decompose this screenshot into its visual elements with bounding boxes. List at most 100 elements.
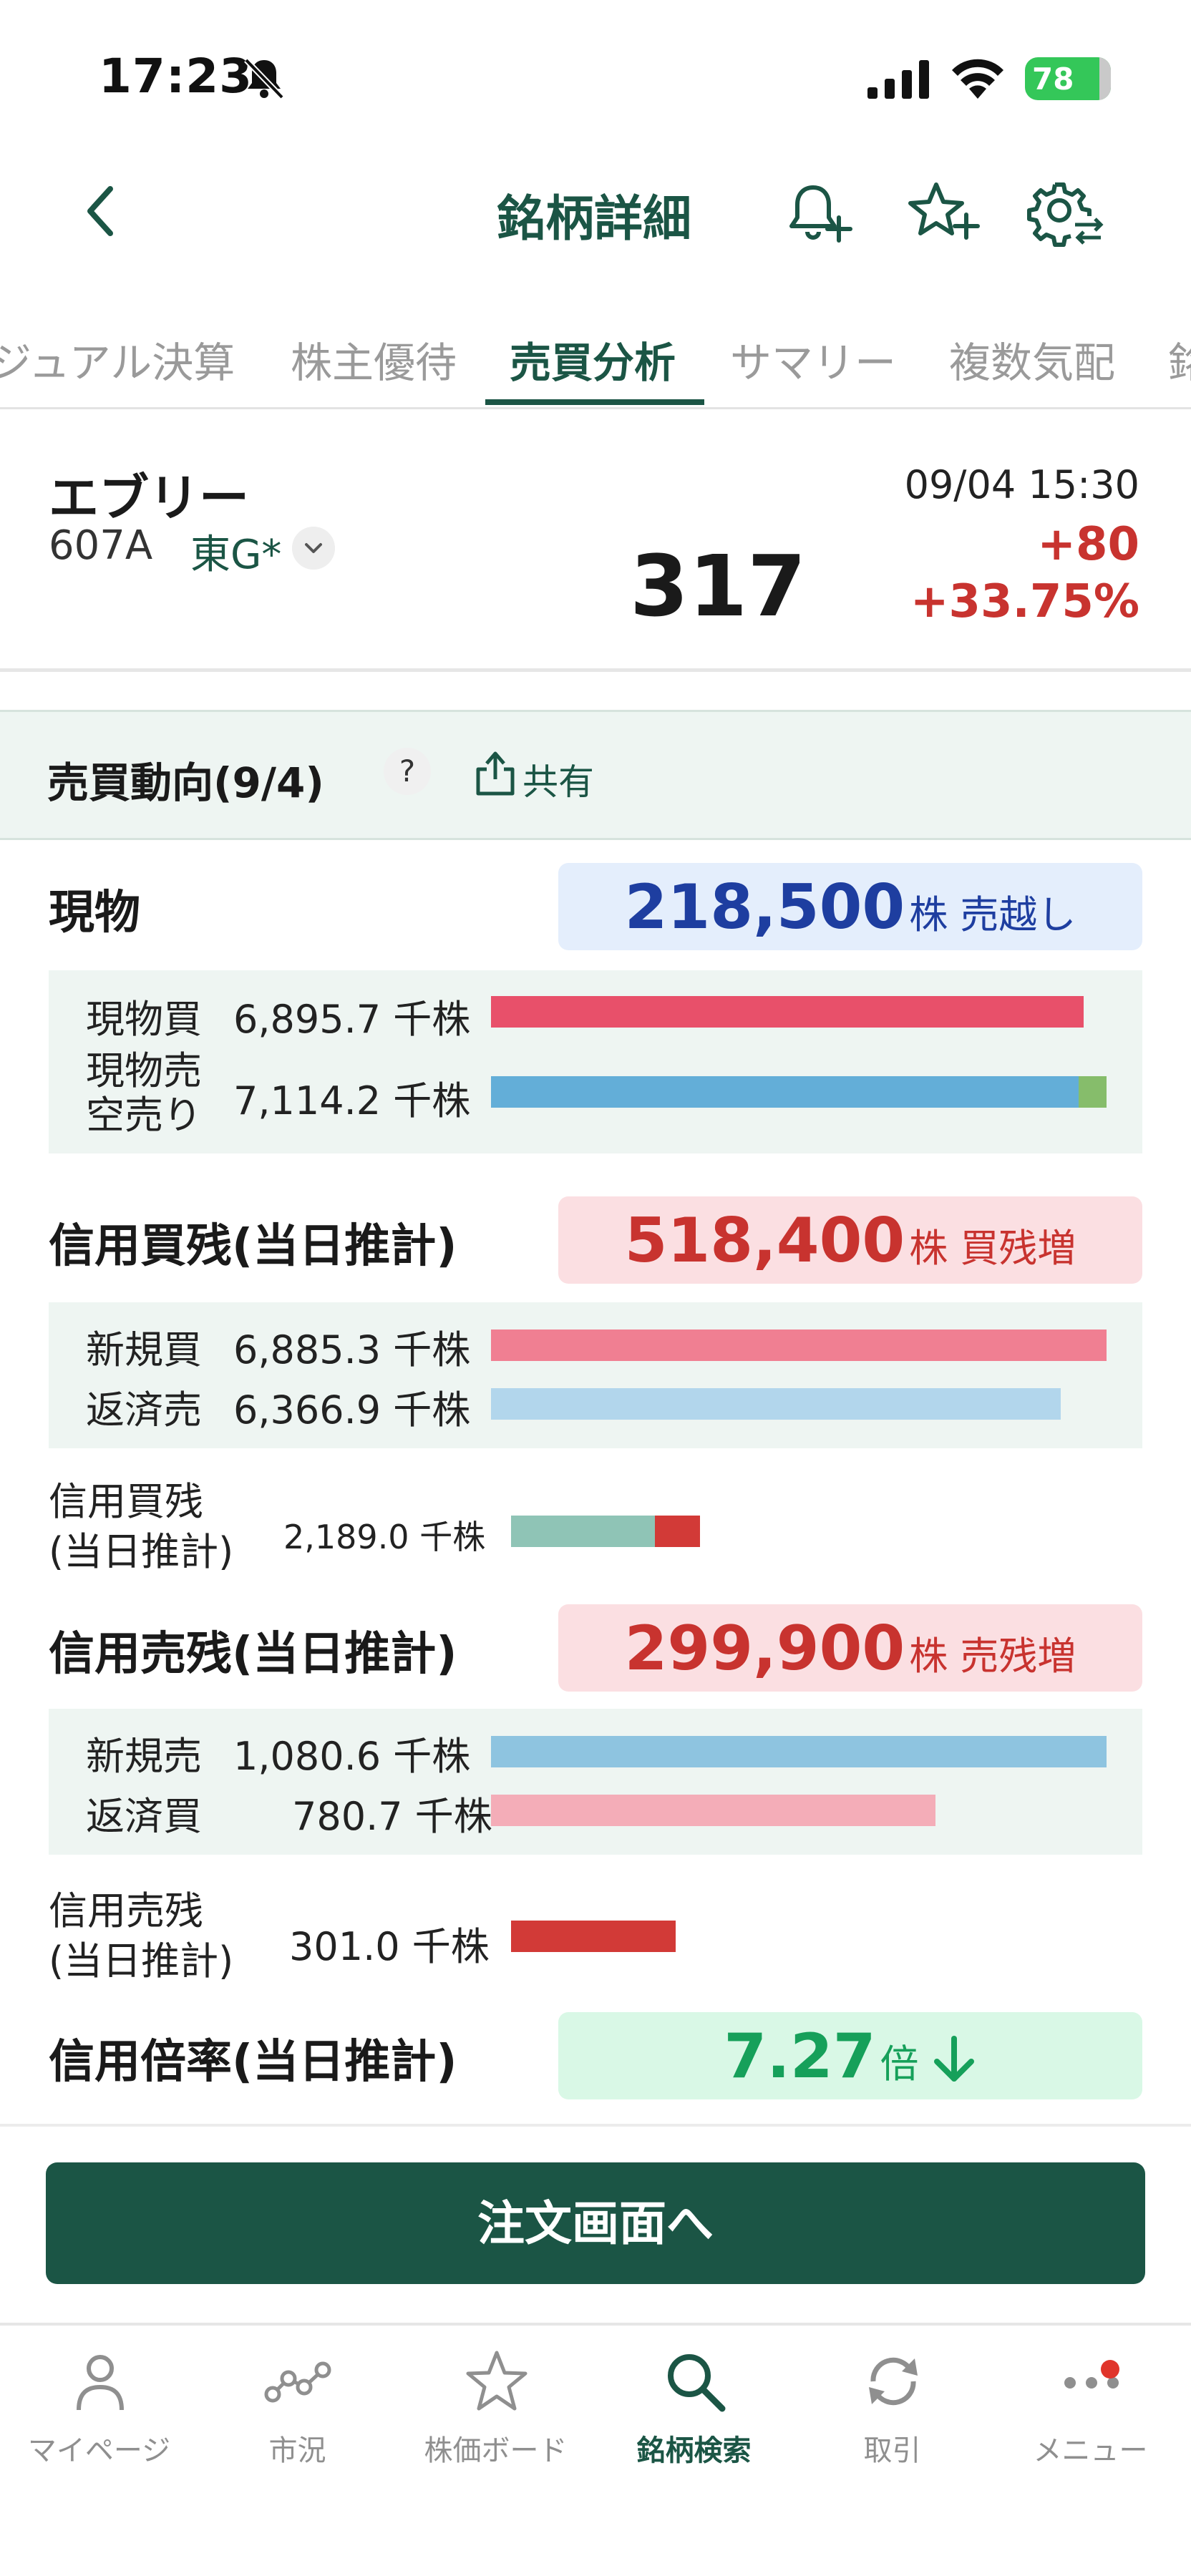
nav-stock-board[interactable]: 株価ボード xyxy=(397,2347,595,2490)
signal-icon xyxy=(867,60,929,99)
row-value: 1,080.6 千株 xyxy=(233,1734,471,1779)
stock-market[interactable]: 東G* xyxy=(190,522,281,580)
stock-datetime: 09/04 15:30 xyxy=(904,462,1139,507)
row-value: 780.7 千株 xyxy=(292,1794,492,1839)
margin-sell-balance-value: 301.0 千株 xyxy=(289,1924,490,1969)
divider xyxy=(0,2124,1191,2127)
stock-change-percent: +33.75% xyxy=(910,575,1139,628)
tab-visual-results[interactable]: ジュアル決算 xyxy=(0,329,235,389)
battery-level: 78 xyxy=(1032,61,1074,97)
section-header: 売買動向(9/4) ? 共有 xyxy=(0,710,1191,840)
margin-sell-summary-value: 299,900 xyxy=(624,1613,905,1684)
stock-name: エブリー xyxy=(49,469,249,527)
row-value: 6,895.7 千株 xyxy=(233,997,471,1042)
nav-label: マイページ xyxy=(27,2434,171,2467)
bar-genbutsu-buy xyxy=(491,996,1084,1028)
nav-trade[interactable]: 取引 xyxy=(793,2347,991,2490)
genbutsu-detail: 現物買 6,895.7 千株 現物売 空売り 7,114.2 千株 xyxy=(49,970,1142,1153)
tab-summary[interactable]: サマリー xyxy=(730,329,896,389)
nav-label: 銘柄検索 xyxy=(636,2434,752,2467)
margin-buy-summary-unit: 株 買残増 xyxy=(909,1226,1076,1271)
gear-swap-icon[interactable] xyxy=(1026,173,1105,252)
nav-label: 市況 xyxy=(268,2434,326,2467)
bar-short-sell xyxy=(1079,1076,1107,1108)
status-time: 17:23 xyxy=(99,49,253,104)
margin-buy-label: 信用買残(当日推計) xyxy=(49,1220,457,1273)
stock-code: 607A xyxy=(49,522,153,569)
page-title: 銘柄詳細 xyxy=(496,191,691,248)
bell-plus-icon[interactable] xyxy=(780,173,859,252)
back-icon[interactable] xyxy=(79,179,122,243)
row-value: 7,114.2 千株 xyxy=(233,1078,471,1123)
margin-buy-summary-value: 518,400 xyxy=(624,1205,905,1277)
margin-sell-label: 信用売残(当日推計) xyxy=(49,1628,457,1681)
bar-sell-balance xyxy=(511,1921,676,1952)
margin-ratio-value: 7.27 xyxy=(724,2021,876,2092)
star-plus-icon[interactable] xyxy=(903,173,982,252)
margin-sell-balance-label: 信用売残 (当日推計) xyxy=(49,1888,234,1984)
tab-trading-analysis[interactable]: 売買分析 xyxy=(510,329,676,389)
row-value: 6,885.3 千株 xyxy=(233,1327,471,1372)
genbutsu-summary-unit: 株 売越し xyxy=(909,892,1076,937)
row-value: 6,366.9 千株 xyxy=(233,1387,471,1433)
margin-buy-summary: 518,400 株 買残増 xyxy=(558,1196,1142,1284)
bar-genbutsu-sell xyxy=(491,1076,1079,1108)
margin-buy-balance-label: 信用買残 (当日推計) xyxy=(49,1479,234,1574)
row-label: 新規売 xyxy=(86,1734,202,1779)
tab-active-indicator xyxy=(485,399,704,405)
status-bar: 17:23 78 xyxy=(0,0,1191,157)
arrow-down-icon xyxy=(933,2036,974,2082)
margin-sell-detail: 新規売 1,080.6 千株 返済買 780.7 千株 xyxy=(49,1709,1142,1855)
stock-change: +80 xyxy=(1037,518,1139,571)
person-icon xyxy=(77,2355,124,2411)
bar-repay-sell xyxy=(491,1388,1061,1420)
row-label: 現物買 xyxy=(86,997,202,1042)
stock-price: 317 xyxy=(630,537,807,635)
genbutsu-label: 現物 xyxy=(49,887,140,940)
order-screen-button[interactable]: 注文画面へ xyxy=(46,2162,1145,2284)
nav-menu[interactable]: メニュー xyxy=(991,2347,1190,2490)
help-icon[interactable]: ? xyxy=(384,748,431,795)
bar-new-buy xyxy=(491,1330,1107,1361)
margin-sell-summary-unit: 株 売残増 xyxy=(909,1634,1076,1679)
nav-mypage[interactable]: マイページ xyxy=(0,2347,198,2490)
nav-market[interactable]: 市況 xyxy=(198,2347,397,2490)
bottom-nav: マイページ 市況 株価ボード 銘柄検索 取引 メニュー xyxy=(0,2323,1191,2576)
bar-buy-balance-increase xyxy=(654,1516,700,1547)
notification-dot xyxy=(1101,2360,1119,2379)
chevron-down-icon[interactable] xyxy=(292,527,335,570)
divider xyxy=(0,668,1191,672)
share-icon[interactable] xyxy=(474,749,517,796)
search-icon xyxy=(668,2354,726,2412)
row-label: 返済買 xyxy=(86,1794,202,1839)
margin-ratio-label: 信用倍率(当日推計) xyxy=(49,2036,457,2089)
tab-bar: ジュアル決算 株主優待 売買分析 サマリー 複数気配 銘 xyxy=(0,315,1191,409)
genbutsu-summary: 218,500 株 売越し xyxy=(558,863,1142,950)
row-label: 現物売 空売り xyxy=(86,1048,202,1138)
tab-more[interactable]: 銘 xyxy=(1168,329,1191,389)
wifi-icon xyxy=(952,59,1003,99)
nav-label: 株価ボード xyxy=(424,2434,568,2467)
bar-buy-balance-base xyxy=(511,1516,655,1547)
battery-icon: 78 xyxy=(1025,57,1111,100)
row-label: 新規買 xyxy=(86,1327,202,1372)
more-dots-icon xyxy=(1064,2377,1119,2389)
share-button[interactable]: 共有 xyxy=(522,753,594,805)
nav-label: 取引 xyxy=(863,2434,921,2467)
bar-repay-buy xyxy=(491,1795,935,1826)
nav-label: メニュー xyxy=(1033,2434,1148,2467)
star-icon xyxy=(466,2351,528,2411)
bar-new-sell xyxy=(491,1736,1107,1767)
tab-multiple-quotes[interactable]: 複数気配 xyxy=(949,329,1115,389)
section-title: 売買動向(9/4) xyxy=(47,758,324,807)
tab-shareholder-benefits[interactable]: 株主優待 xyxy=(291,329,457,389)
market-line-icon xyxy=(264,2361,331,2403)
row-label: 返済売 xyxy=(86,1387,202,1433)
nav-stock-search[interactable]: 銘柄検索 xyxy=(595,2347,793,2490)
margin-buy-balance-value: 2,189.0 千株 xyxy=(283,1518,486,1556)
genbutsu-summary-value: 218,500 xyxy=(624,872,905,943)
margin-sell-summary: 299,900 株 売残増 xyxy=(558,1604,1142,1692)
margin-ratio-summary: 7.27 倍 xyxy=(558,2012,1142,2099)
margin-buy-detail: 新規買 6,885.3 千株 返済売 6,366.9 千株 xyxy=(49,1302,1142,1448)
refresh-icon xyxy=(869,2357,918,2406)
